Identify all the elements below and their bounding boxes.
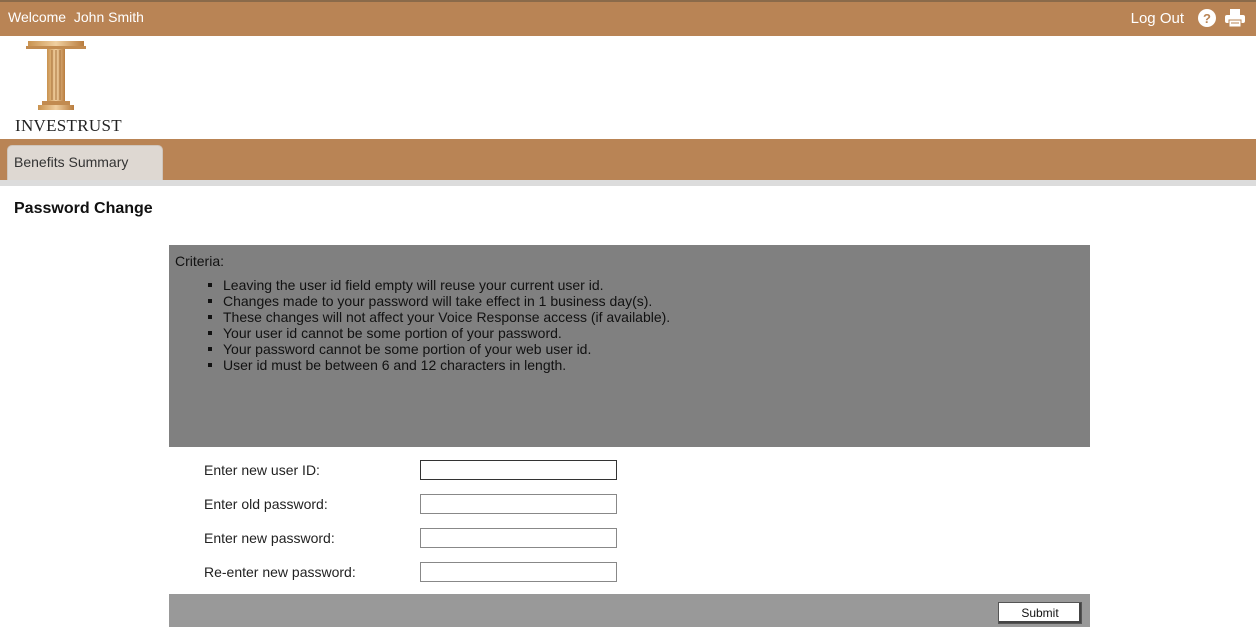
new-password-label: Enter new password: <box>204 530 335 546</box>
submit-button[interactable]: Submit <box>998 602 1082 624</box>
criteria-item: Your user id cannot be some portion of y… <box>175 325 1084 341</box>
logout-link[interactable]: Log Out <box>1131 10 1184 27</box>
new-password-row: Enter new password: <box>204 528 624 550</box>
old-password-input[interactable] <box>420 494 617 514</box>
header-actions: Log Out ? <box>1131 8 1246 28</box>
form-action-bar: Submit <box>169 594 1090 627</box>
new-user-id-label: Enter new user ID: <box>204 462 320 478</box>
criteria-item: Changes made to your password will take … <box>175 293 1084 309</box>
help-icon[interactable]: ? <box>1198 9 1216 27</box>
top-header-bar: Welcome John Smith Log Out ? <box>0 0 1256 36</box>
confirm-password-label: Re-enter new password: <box>204 564 356 580</box>
new-password-input[interactable] <box>420 528 617 548</box>
criteria-item: User id must be between 6 and 12 charact… <box>175 357 1084 373</box>
criteria-title: Criteria: <box>175 253 225 269</box>
old-password-row: Enter old password: <box>204 494 624 516</box>
welcome-text: Welcome John Smith <box>8 9 144 25</box>
new-user-id-input[interactable] <box>420 460 617 480</box>
brand-name: INVESTRUST <box>15 116 122 135</box>
confirm-password-row: Re-enter new password: <box>204 562 624 584</box>
nav-divider <box>0 180 1256 186</box>
tab-benefits-summary[interactable]: Benefits Summary <box>7 145 163 180</box>
old-password-label: Enter old password: <box>204 496 328 512</box>
criteria-panel: Criteria: Leaving the user id field empt… <box>169 245 1090 447</box>
criteria-item: Your password cannot be some portion of … <box>175 341 1084 357</box>
new-user-id-row: Enter new user ID: <box>204 460 624 482</box>
criteria-list: Leaving the user id field empty will reu… <box>175 277 1084 373</box>
nav-bar: Benefits Summary <box>0 139 1256 180</box>
page-title: Password Change <box>14 200 153 217</box>
criteria-item: These changes will not affect your Voice… <box>175 309 1084 325</box>
print-icon[interactable] <box>1224 8 1246 28</box>
criteria-item: Leaving the user id field empty will reu… <box>175 277 1084 293</box>
confirm-password-input[interactable] <box>420 562 617 582</box>
